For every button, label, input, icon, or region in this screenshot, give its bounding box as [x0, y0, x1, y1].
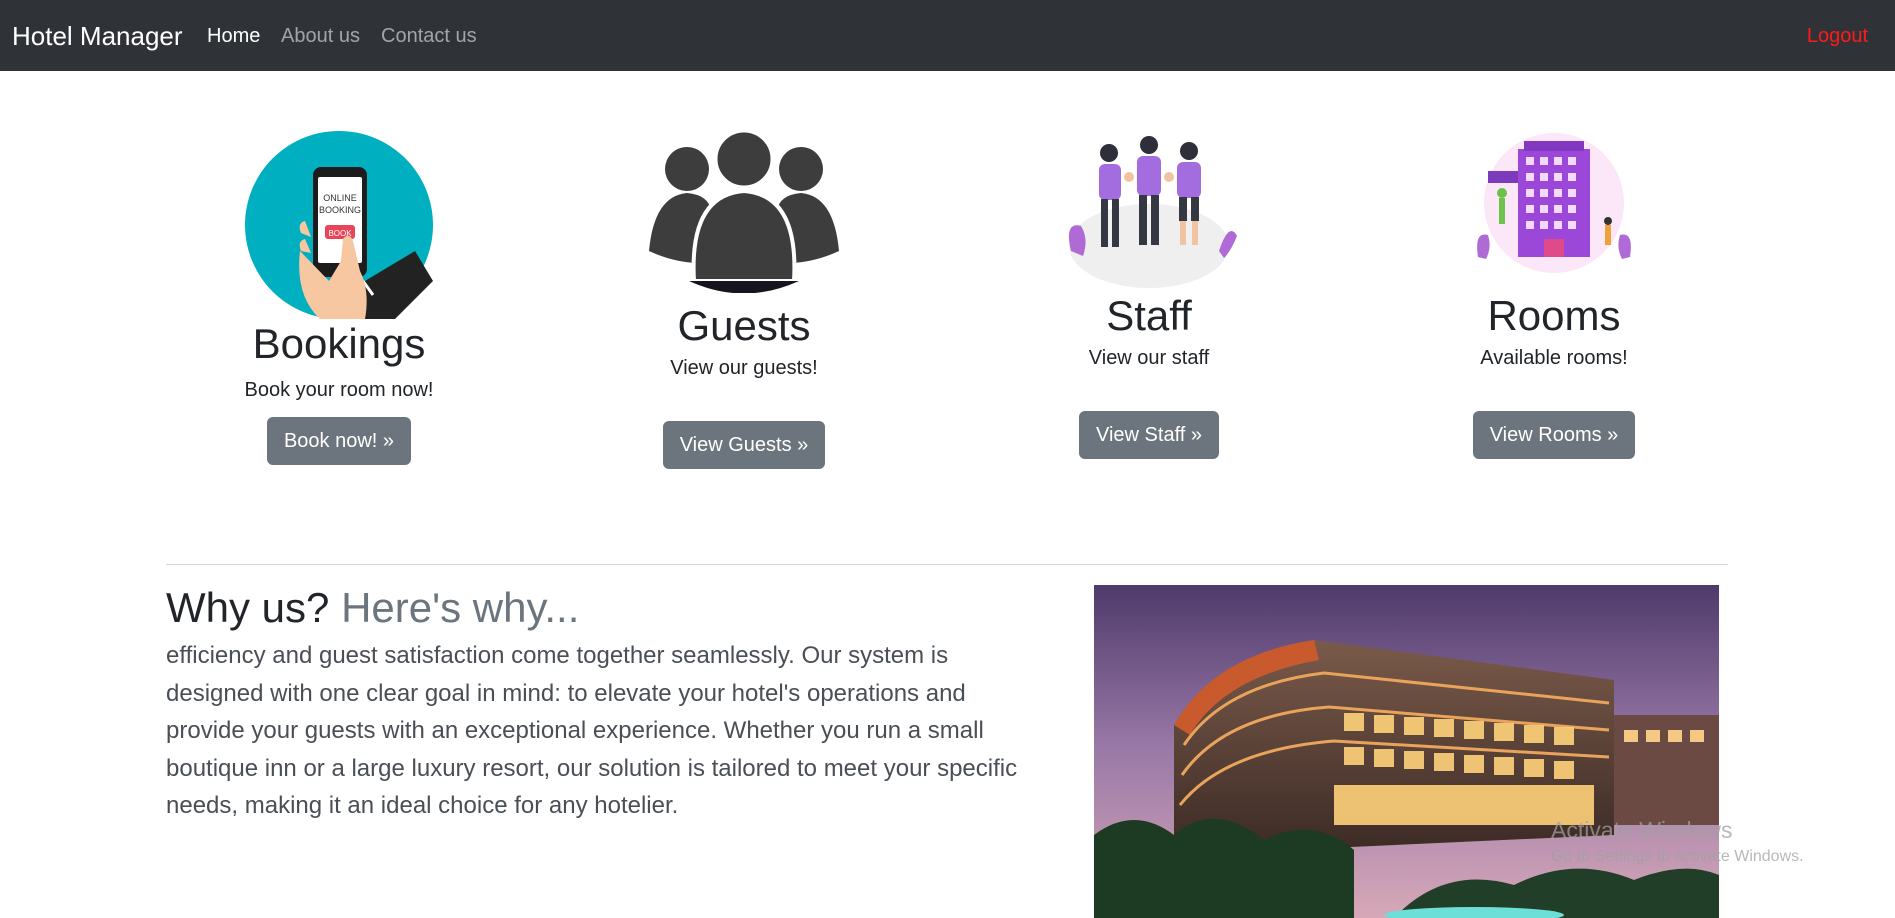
- guests-title: Guests: [677, 302, 811, 349]
- feature-rooms: Rooms Available rooms! View Rooms »: [1414, 131, 1694, 459]
- nav-contact-us[interactable]: Contact us: [381, 23, 477, 49]
- top-navbar: Hotel Manager Home About us Contact us L…: [0, 0, 1895, 71]
- rooms-subtitle: Available rooms!: [1480, 347, 1628, 369]
- guests-group-icon: [649, 129, 839, 294]
- section-divider: [166, 564, 1728, 565]
- feature-guests: Guests View our guests! View Guests »: [604, 129, 884, 469]
- why-us-title: Why us?: [166, 584, 330, 631]
- view-rooms-button[interactable]: View Rooms »: [1472, 411, 1636, 459]
- why-us-heading: Why us? Here's why...: [166, 582, 579, 634]
- activate-windows-watermark: Activate Windows Go to Settings to activ…: [1551, 816, 1804, 868]
- watermark-line2: Go to Settings to activate Windows.: [1551, 848, 1804, 865]
- hotel-building-icon: [1474, 131, 1634, 291]
- rooms-title: Rooms: [1487, 292, 1621, 339]
- why-us-description: efficiency and guest satisfaction come t…: [166, 642, 1018, 819]
- booking-icon-line1: ONLINE: [323, 193, 357, 203]
- feature-staff: Staff View our staff View Staff »: [1009, 131, 1289, 459]
- staff-subtitle: View our staff: [1088, 347, 1210, 369]
- nav-about-us[interactable]: About us: [281, 23, 360, 49]
- logout-link[interactable]: Logout: [1807, 23, 1868, 49]
- bookings-title: Bookings: [252, 320, 426, 367]
- guests-subtitle: View our guests!: [670, 357, 818, 379]
- booking-icon-line2: BOOKING: [319, 205, 361, 215]
- book-now-button[interactable]: Book now! »: [266, 417, 412, 465]
- online-booking-icon: ONLINE BOOKING BOOK: [245, 131, 433, 319]
- view-guests-button[interactable]: View Guests »: [662, 421, 826, 469]
- bookings-subtitle: Book your room now!: [244, 379, 434, 401]
- view-staff-button[interactable]: View Staff »: [1079, 411, 1219, 459]
- hotel-exterior-photo: [1094, 585, 1719, 918]
- feature-bookings: ONLINE BOOKING BOOK Bookings Book your r…: [199, 131, 479, 465]
- brand-logo-text[interactable]: Hotel Manager: [12, 20, 183, 52]
- watermark-line1: Activate Windows: [1551, 817, 1733, 843]
- nav-home[interactable]: Home: [207, 23, 260, 49]
- staff-title: Staff: [1106, 292, 1192, 339]
- staff-team-icon: [1059, 131, 1239, 291]
- why-us-subtitle: Here's why...: [341, 584, 580, 631]
